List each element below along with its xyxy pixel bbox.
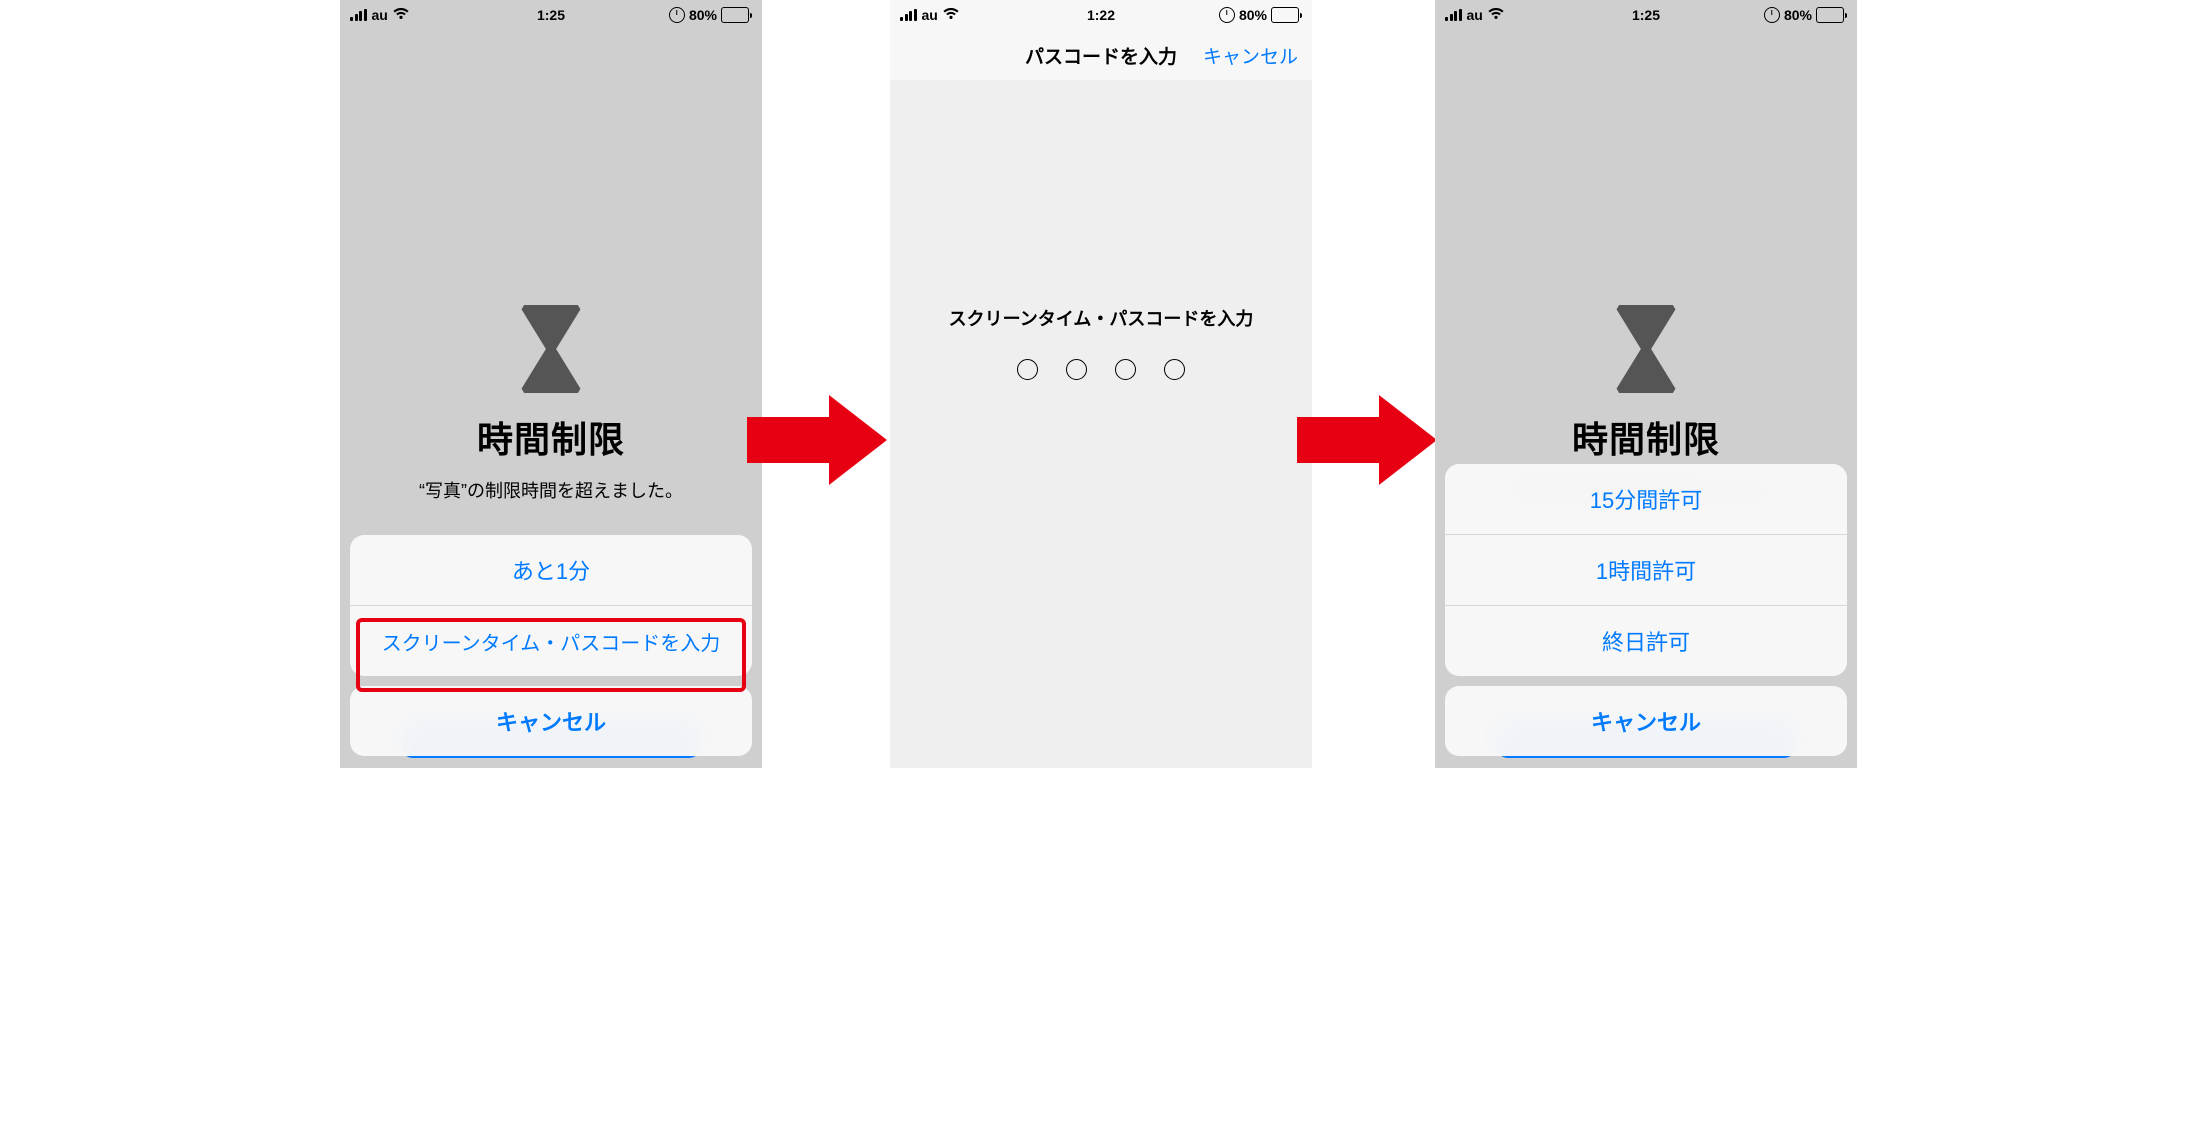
passcode-dot [1164, 359, 1185, 380]
hourglass-icon [1614, 305, 1678, 393]
cancel-button[interactable]: キャンセル [1445, 686, 1847, 756]
battery-icon [1816, 7, 1847, 23]
status-bar: au 1:25 80% [1435, 0, 1857, 30]
clock-time: 1:25 [1435, 7, 1857, 23]
battery-icon [721, 7, 752, 23]
limit-title: 時間制限 [1435, 411, 1857, 463]
passcode-dot [1066, 359, 1087, 380]
status-bar: au 1:25 80% [340, 0, 762, 30]
clock-time: 1:22 [890, 7, 1312, 23]
nav-bar: パスコードを入力 キャンセル [890, 30, 1312, 81]
nav-title: パスコードを入力 [1025, 42, 1177, 69]
right-arrow-icon [1297, 395, 1437, 485]
right-arrow-icon [747, 395, 887, 485]
cancel-button[interactable]: キャンセル [350, 686, 752, 756]
allow-all-day-button[interactable]: 終日許可 [1445, 605, 1847, 676]
screenshot-1: au 1:25 80% 時間制限 “写真”の制限時間を超えました。 あと1分 ス… [340, 0, 762, 768]
screenshot-3: au 1:25 80% 時間制限 “写真”の制限時間を超えました。 15分間許可… [1435, 0, 1857, 768]
enter-screentime-passcode-button[interactable]: スクリーンタイム・パスコードを入力 [350, 605, 752, 676]
limit-title: 時間制限 [340, 411, 762, 463]
allow-15-min-button[interactable]: 15分間許可 [1445, 464, 1847, 534]
screenshot-2: au 1:22 80% パスコードを入力 キャンセル スクリーンタイム・パスコー… [890, 0, 1312, 768]
alarm-icon [1764, 7, 1780, 23]
passcode-dot [1017, 359, 1038, 380]
alarm-icon [1219, 7, 1235, 23]
limit-subtitle: “写真”の制限時間を超えました。 [340, 477, 762, 503]
passcode-dots[interactable] [890, 359, 1312, 380]
time-limit-panel: 時間制限 “写真”の制限時間を超えました。 [340, 305, 762, 503]
clock-time: 1:25 [340, 7, 762, 23]
status-bar: au 1:22 80% [890, 0, 1312, 30]
battery-icon [1271, 7, 1302, 23]
nav-cancel-button[interactable]: キャンセル [1203, 42, 1298, 69]
alarm-icon [669, 7, 685, 23]
action-sheet: あと1分 スクリーンタイム・パスコードを入力 キャンセル [350, 535, 752, 756]
allow-1-hour-button[interactable]: 1時間許可 [1445, 534, 1847, 605]
action-sheet: 15分間許可 1時間許可 終日許可 キャンセル [1445, 464, 1847, 756]
passcode-dot [1115, 359, 1136, 380]
one-more-minute-button[interactable]: あと1分 [350, 535, 752, 605]
passcode-prompt: スクリーンタイム・パスコードを入力 [890, 305, 1312, 331]
hourglass-icon [519, 305, 583, 393]
passcode-entry-area: スクリーンタイム・パスコードを入力 [890, 80, 1312, 768]
